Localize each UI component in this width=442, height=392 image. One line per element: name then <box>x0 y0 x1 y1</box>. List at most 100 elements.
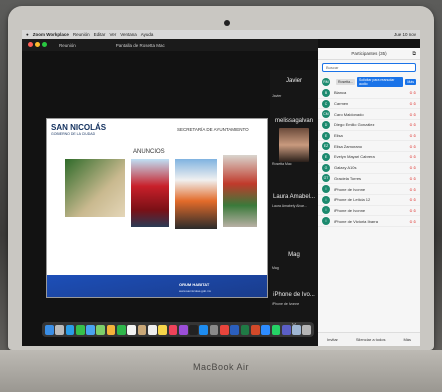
participant-name: Diego Emilio González <box>334 122 375 128</box>
powerpoint-icon[interactable] <box>250 324 260 335</box>
participant-name: Caro Maldonado <box>334 111 364 117</box>
tile-label: iPhone de Ivonne <box>272 302 300 306</box>
menu-app[interactable]: Zoom Workplace <box>33 32 69 37</box>
list-item[interactable]: GT Graciela Torres ⦸ ⦸ <box>318 174 420 185</box>
list-item[interactable]: IiPhone de Leticia 12 ⦸ ⦸ <box>318 195 420 206</box>
zoom-window-titlebar: Reunión Pantalla de Rosetta Mac <box>22 39 318 51</box>
whatsapp-icon[interactable] <box>271 324 281 335</box>
apple-icon[interactable]: ● <box>26 32 29 37</box>
list-item[interactable]: IiPhone de Ivonne ⦸ ⦸ <box>318 206 420 217</box>
list-item[interactable]: B Blanca ⦸ ⦸ <box>318 88 420 99</box>
participant-name: Elisa <box>334 133 343 139</box>
notes-icon[interactable] <box>158 324 167 335</box>
calendar-icon[interactable] <box>127 324 137 335</box>
video-tile[interactable]: melissagalvan Rosetta Mac <box>270 114 318 184</box>
participant-search-input[interactable]: Buscar <box>322 63 416 72</box>
zoom-icon[interactable] <box>261 324 270 335</box>
tile-label: Mag <box>272 266 279 270</box>
excel-icon[interactable] <box>240 324 250 335</box>
invite-button[interactable]: Invitar <box>327 337 338 342</box>
avatar: CM <box>322 110 330 119</box>
menu-item[interactable]: Ayuda <box>141 32 154 37</box>
video-tile[interactable]: Javier Javier <box>270 72 318 112</box>
launchpad-icon[interactable] <box>55 324 64 335</box>
popout-icon[interactable]: ⧉ <box>412 51 416 57</box>
participant-name: Blanca <box>334 90 347 96</box>
menubar-clock: Jue 10 nov <box>393 32 416 37</box>
music-icon[interactable] <box>168 324 178 335</box>
avatar: GT <box>322 174 330 183</box>
slide-header: SECRETARÍA DE AYUNTAMIENTO <box>177 127 249 132</box>
video-tile[interactable]: Mag Mag <box>270 238 318 282</box>
reminders-icon[interactable] <box>147 324 157 335</box>
menu-item[interactable]: Ver <box>109 32 116 37</box>
maximize-icon[interactable] <box>42 42 47 47</box>
window-controls[interactable] <box>28 42 49 48</box>
mail-icon[interactable] <box>86 324 95 335</box>
list-item[interactable]: EZ Elisa Zamorano ⦸ ⦸ <box>318 141 420 153</box>
avatar: I <box>322 206 330 215</box>
word-icon[interactable] <box>230 324 240 335</box>
more-button[interactable]: Más <box>405 79 416 85</box>
list-item[interactable]: G Galaxy A10s ⦸ ⦸ <box>318 163 420 174</box>
participant-name: Elisa Zamorano <box>334 143 363 149</box>
slide-brand-title: SAN NICOLÁS <box>51 123 107 132</box>
trash-icon[interactable] <box>302 324 312 335</box>
avatar: E <box>322 131 330 140</box>
avatar: B <box>322 88 330 97</box>
list-item[interactable]: C Carmen ⦸ ⦸ <box>318 99 420 110</box>
list-item[interactable]: E Elisa ⦸ ⦸ <box>318 131 420 142</box>
muted-mic-icon: ⦸ ⦸ <box>409 175 416 181</box>
messages-icon[interactable] <box>75 324 85 335</box>
slide-brand-subtitle: GOBIERNO DE LA CIUDAD <box>51 132 96 136</box>
participant-list: B Blanca ⦸ ⦸ C Carmen ⦸ ⦸ CM Caro Maldonado ⦸ … <box>318 88 420 227</box>
screen-share-label[interactable]: Pantalla de Rosetta Mac <box>116 43 165 48</box>
video-tile[interactable]: iPhone de Ivo... iPhone de Ivonne <box>270 284 318 320</box>
muted-mic-icon: ⦸ ⦸ <box>409 154 416 160</box>
photos-icon[interactable] <box>106 324 116 335</box>
tile-name: Javier <box>285 78 302 84</box>
close-icon[interactable] <box>28 42 33 47</box>
video-tile[interactable]: Laura Amabel... Laura Amabely Alvar... <box>270 188 318 236</box>
podcasts-icon[interactable] <box>178 324 188 335</box>
list-item[interactable]: CM Caro Maldonado ⦸ ⦸ <box>318 109 420 121</box>
finder-icon[interactable] <box>45 324 54 335</box>
slide-footer: ORUM HABITAT www.sannicolas.gob.mx <box>47 275 267 297</box>
avatar: I <box>322 195 330 204</box>
participant-name: Carmen <box>334 101 349 107</box>
facetime-icon[interactable] <box>117 324 126 335</box>
avatar: I <box>322 185 330 194</box>
menu-item[interactable]: Ventana <box>120 32 137 37</box>
muted-mic-icon: ⦸ ⦸ <box>409 111 416 117</box>
more-options-button[interactable]: Más <box>403 337 411 342</box>
muted-mic-icon: ⦸ ⦸ <box>409 90 416 96</box>
tv-icon[interactable] <box>189 324 198 335</box>
tile-label: Laura Amabely Alvar... <box>272 204 307 208</box>
minimize-icon[interactable] <box>35 42 40 47</box>
mute-all-button[interactable]: Silenciar a todos <box>356 337 386 342</box>
safari-icon[interactable] <box>65 324 75 335</box>
preview-icon[interactable] <box>292 324 301 335</box>
avatar: G <box>322 163 330 172</box>
chrome-icon[interactable] <box>220 324 229 335</box>
teams-icon[interactable] <box>281 324 291 335</box>
host-badge: Rosetta... <box>336 79 355 85</box>
maps-icon[interactable] <box>96 324 106 335</box>
video-strip: Javier Javier melissagalvan Rosetta Mac … <box>270 70 318 346</box>
slide-footer-logo: ORUM HABITAT <box>179 282 210 287</box>
settings-icon[interactable] <box>209 324 219 335</box>
list-item[interactable]: E Evelyn Mayari Cabrera ⦸ ⦸ <box>318 152 420 163</box>
contacts-icon[interactable] <box>137 324 147 335</box>
list-item[interactable]: IiPhone de Victoria Ibarra ⦸ ⦸ <box>318 216 420 227</box>
menu-item[interactable]: Editar <box>94 32 106 37</box>
list-item[interactable]: D Diego Emilio González ⦸ ⦸ <box>318 120 420 131</box>
request-unmute-button[interactable]: Solicitar para reanudar audio <box>356 77 404 87</box>
menu-item[interactable]: Reunión <box>73 32 90 37</box>
video-feed <box>279 128 309 162</box>
participant-name: iPhone de Leticia 12 <box>334 197 371 203</box>
list-item[interactable]: IiPhone de Ivonne ⦸ ⦸ <box>318 184 420 195</box>
app-store-icon[interactable] <box>199 324 209 335</box>
muted-mic-icon: ⦸ ⦸ <box>409 165 416 171</box>
slide-photo-mural <box>65 159 125 217</box>
avatar: D <box>322 120 330 129</box>
